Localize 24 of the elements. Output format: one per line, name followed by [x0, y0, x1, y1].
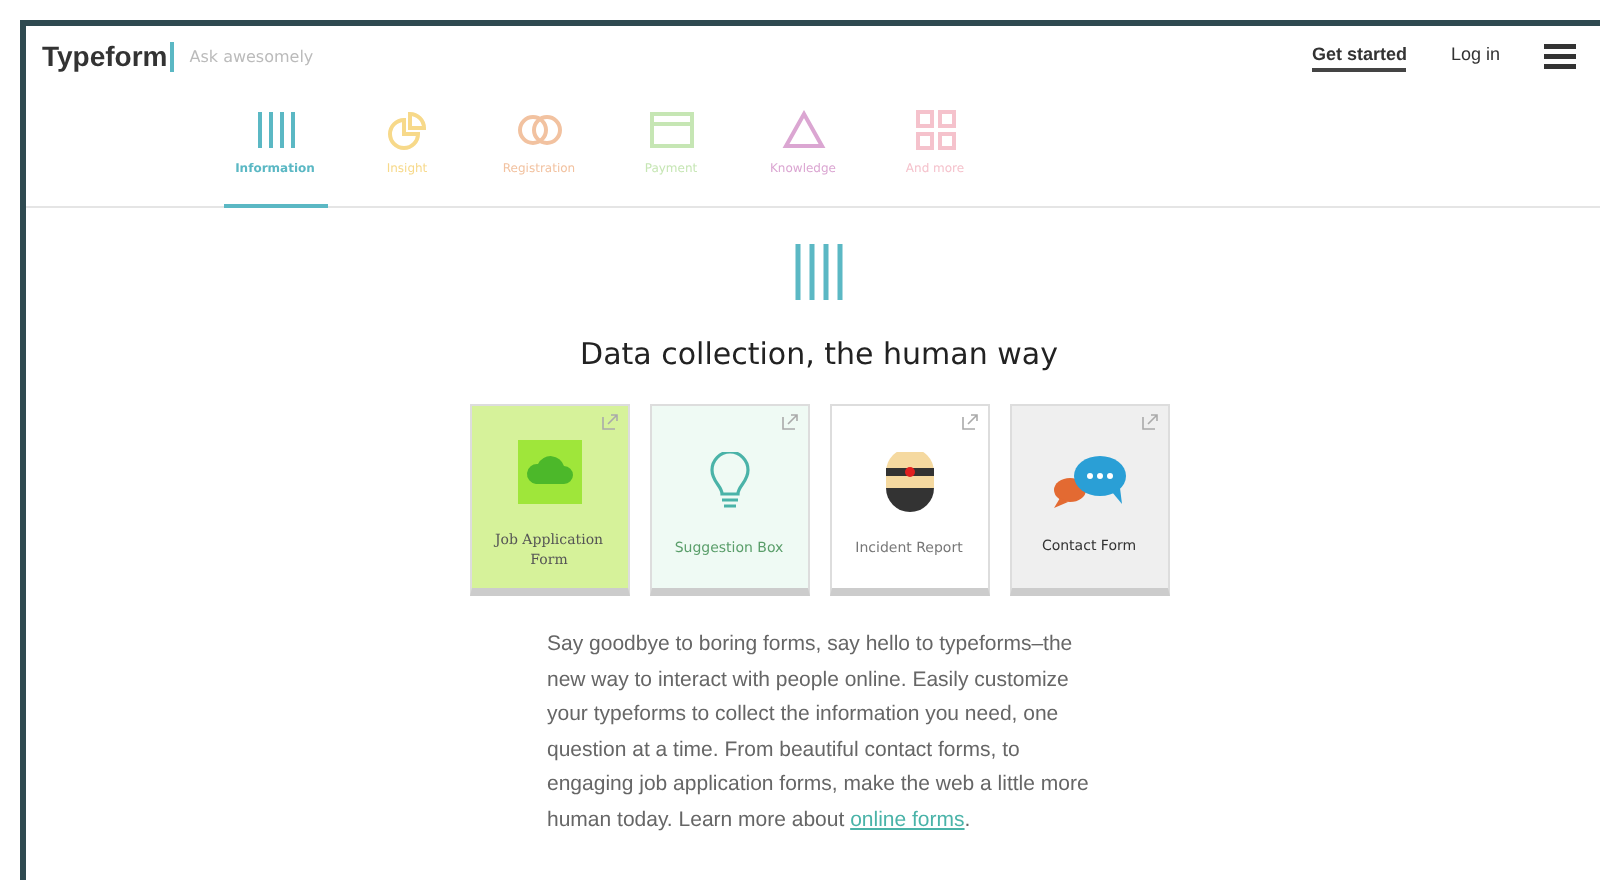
description-paragraph: Say goodbye to boring forms, say hello to typeforms–the new way to interact with people online. Easily customize your typeforms to collect the information you need, one question at a time. From beautiful contact forms, to engaging job application forms, make the web a little more human today. Learn more about online forms.	[547, 630, 1091, 835]
online-forms-link[interactable]: online forms	[850, 807, 965, 831]
card-icon	[649, 110, 693, 150]
external-link-icon[interactable]	[781, 414, 797, 430]
page-heading: Data collection, the human way	[580, 336, 1058, 372]
triangle-icon	[781, 110, 825, 150]
nav-link[interactable]: Get started	[1311, 40, 1407, 72]
pie-chart-icon	[385, 110, 429, 150]
external-link-icon[interactable]	[961, 414, 977, 430]
logo[interactable]: Typeform	[42, 40, 168, 72]
nav-link[interactable]: Log in	[1450, 40, 1500, 72]
logo-cursor-mark	[169, 41, 174, 71]
external-link-icon[interactable]	[1141, 414, 1157, 430]
external-link-icon[interactable]	[601, 414, 617, 430]
masked-face-icon	[883, 451, 935, 512]
bars-icon	[253, 110, 297, 150]
cloud-icon	[517, 440, 581, 505]
grid-icon	[913, 110, 957, 150]
tagline: Ask awesomely	[189, 47, 314, 65]
chat-bubbles-icon	[1051, 453, 1127, 510]
menu-icon[interactable]	[1544, 43, 1576, 69]
bars-icon	[791, 244, 847, 300]
lightbulb-icon	[709, 451, 749, 512]
rings-icon	[517, 110, 561, 150]
